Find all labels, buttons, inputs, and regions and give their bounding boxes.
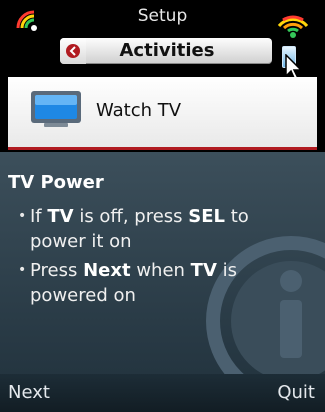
quit-button[interactable]: Quit xyxy=(277,382,315,403)
softkey-bar: Next Quit xyxy=(0,374,325,412)
instruction-item: Press Next when TV is powered on xyxy=(18,258,303,308)
instruction-item: If TV is off, press SEL to power it on xyxy=(18,204,303,254)
chevron-left-icon xyxy=(66,44,80,58)
tv-icon xyxy=(31,91,81,127)
activity-label: Watch TV xyxy=(96,100,182,121)
info-panel: TV Power If TV is off, press SEL to powe… xyxy=(0,152,325,374)
tab-previous-button[interactable] xyxy=(60,38,86,64)
activities-tab[interactable]: Activities xyxy=(60,38,272,64)
header: Setup Activities xyxy=(0,0,325,82)
activity-item-watch-tv[interactable]: Watch TV xyxy=(8,77,317,150)
signal-right-icon xyxy=(277,15,309,38)
instructions-list: If TV is off, press SEL to power it on P… xyxy=(18,204,303,312)
tab-label: Activities xyxy=(119,40,215,61)
info-title: TV Power xyxy=(8,172,104,193)
next-button[interactable]: Next xyxy=(8,382,50,403)
remote-screen: Setup Activities Watch TV TV Power • If … xyxy=(0,0,325,412)
